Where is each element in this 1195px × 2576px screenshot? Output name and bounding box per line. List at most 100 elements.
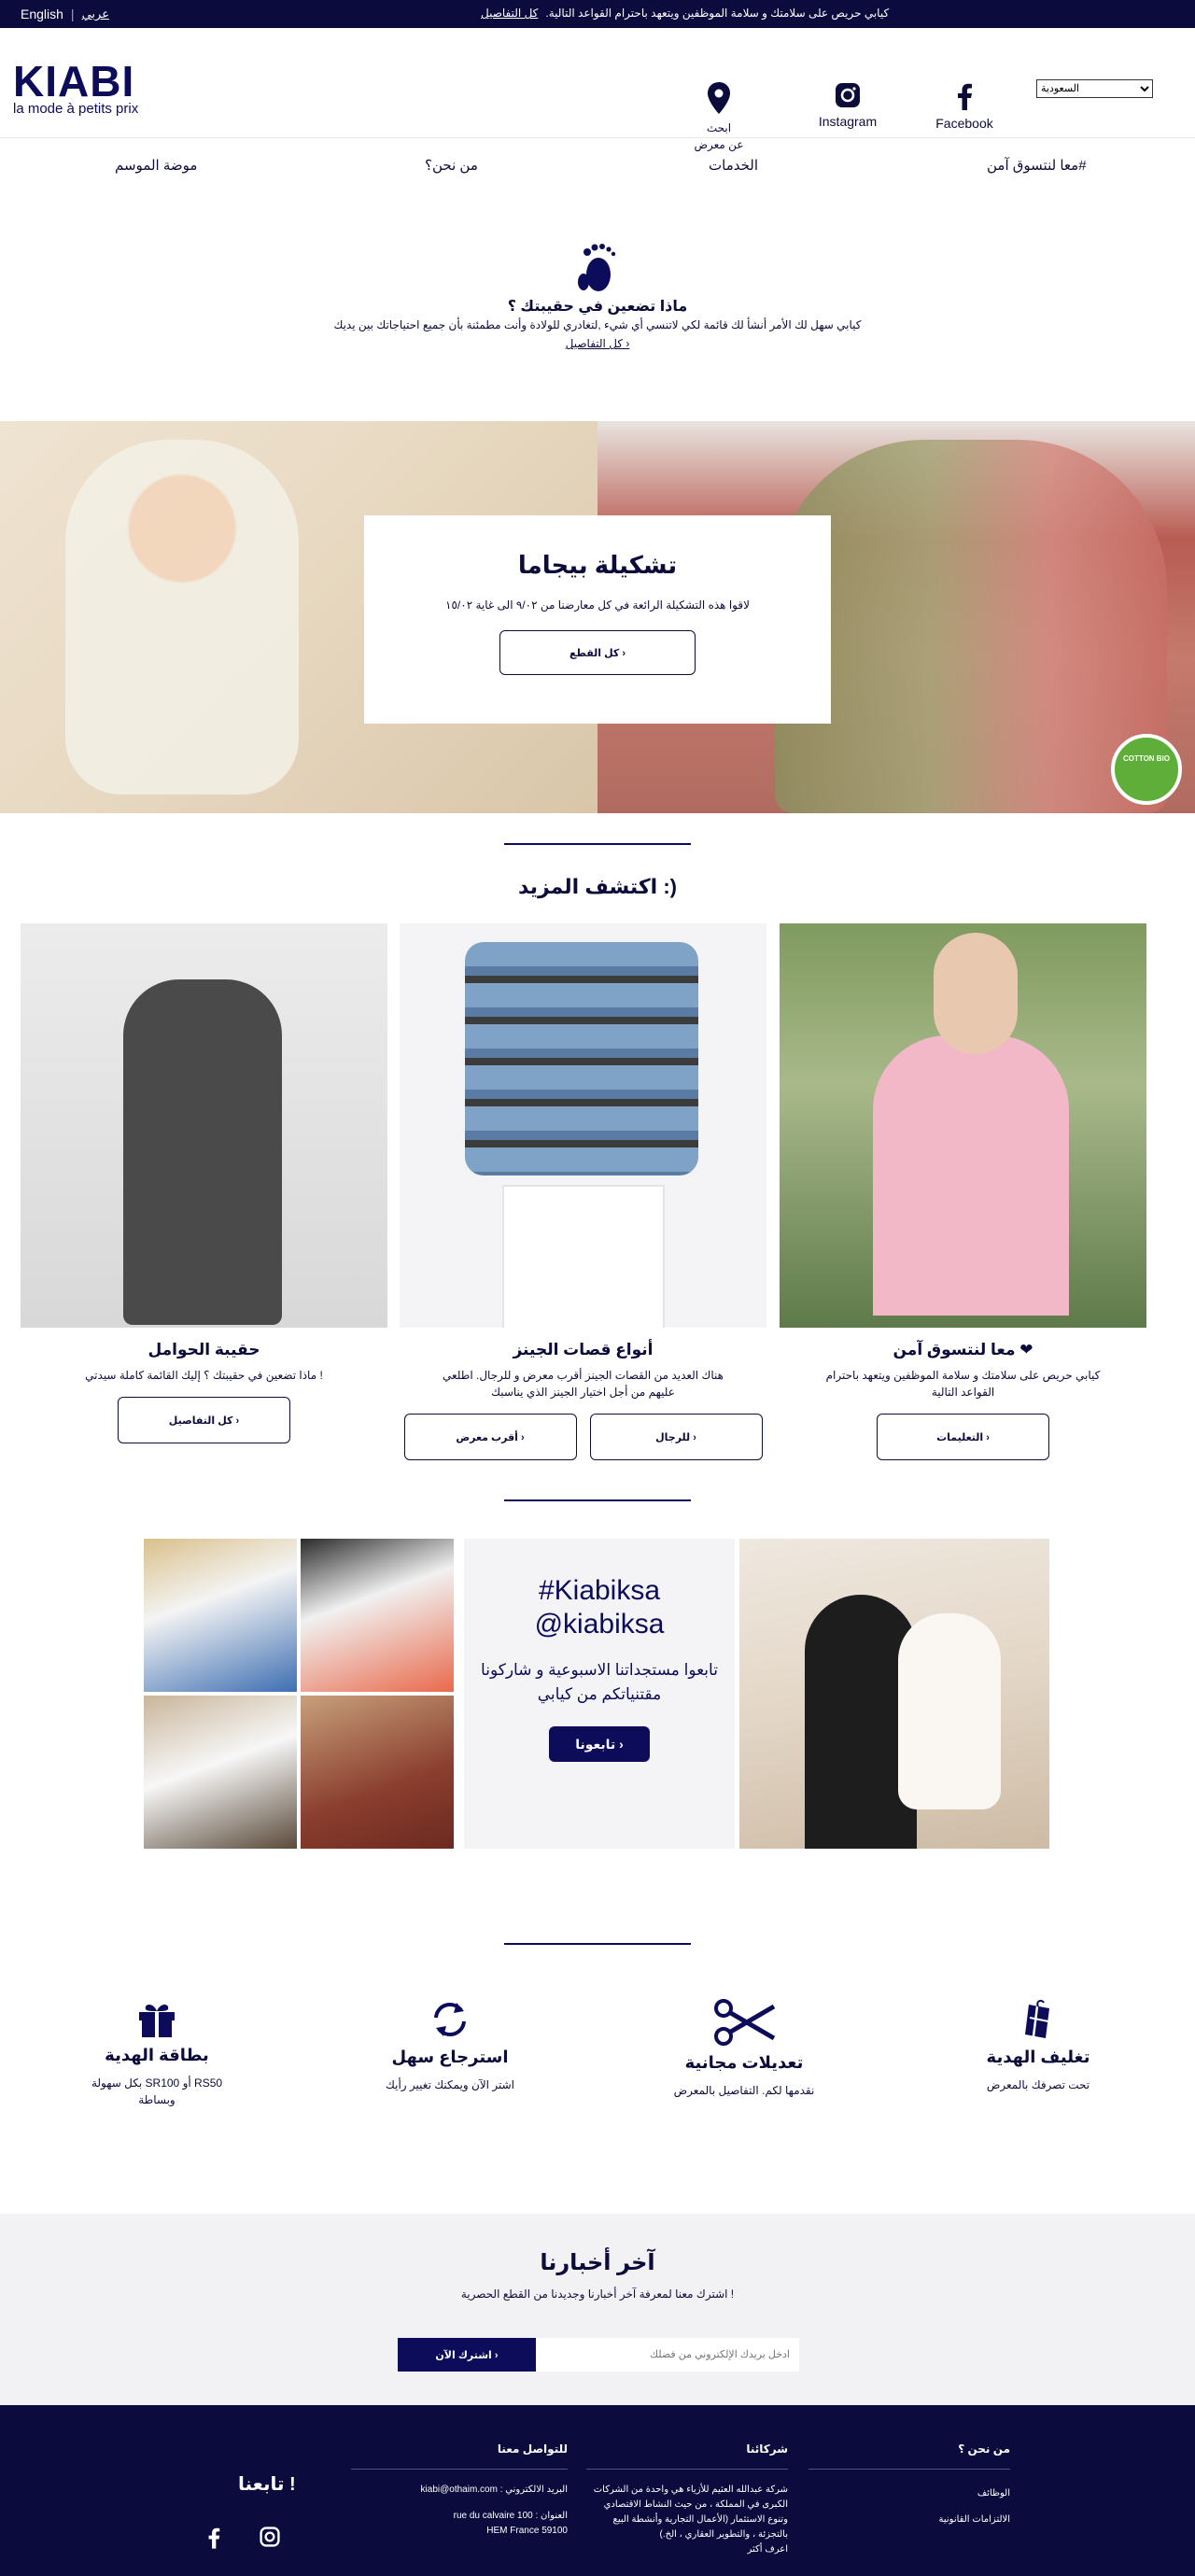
safety-message-text: كيابي حريص على سلامتك و سلامة الموظفين و… xyxy=(545,7,890,20)
hero-title: تشكيلة بيجاما xyxy=(517,551,678,579)
instagram-link[interactable]: Instagram xyxy=(810,82,885,129)
footer-partners-title: شركائنا xyxy=(746,2442,788,2456)
gift-icon xyxy=(139,2005,175,2037)
nav-item-trends[interactable]: موضة الموسم xyxy=(115,157,197,174)
footer-facebook-icon[interactable] xyxy=(207,2527,220,2549)
instagram-tile[interactable] xyxy=(144,1696,297,1849)
pajama-hero-banner: تشكيلة بيجاما لاقوا هذه التشكيلة الرائعة… xyxy=(0,421,1195,813)
instagram-tile[interactable] xyxy=(301,1696,454,1849)
facebook-icon xyxy=(958,83,972,110)
refresh-icon xyxy=(434,2003,466,2036)
maternity-photo[interactable] xyxy=(21,923,387,1328)
intro-details-link[interactable]: كل التفاصيل › xyxy=(0,337,1195,350)
footer-contact-title: للتواصل معنا xyxy=(497,2442,568,2456)
map-pin-icon xyxy=(708,82,730,114)
lang-english-link[interactable]: English xyxy=(21,7,63,21)
footer-about: من نحن ؟ الوظائف الالتزامات القانونية xyxy=(808,2442,1010,2527)
newsletter-email-input[interactable] xyxy=(536,2338,799,2372)
service-text: نقدمها لكم. التفاصيل بالمعرض xyxy=(673,2084,815,2097)
shop-safe-instructions-button[interactable]: التعليمات › xyxy=(877,1414,1049,1460)
discover-title: اكتشف المزيد :) xyxy=(518,875,677,898)
footer-rule xyxy=(351,2469,568,2470)
discover-section: اكتشف المزيد :) حقيبة الحوامل ماذا تضعين… xyxy=(0,813,1195,1499)
service-text: بكل سهولة SR100 أو RS50 وبساطة xyxy=(91,2076,223,2106)
follow-us-button[interactable]: تابعونا › xyxy=(549,1726,650,1762)
nav-item-shop-safe[interactable]: معا لنتسوق آمن# xyxy=(987,157,1087,174)
footer-rule xyxy=(586,2469,788,2470)
instagram-section: #Kiabiksa @kiabiksa تابعوا مستجداتنا الا… xyxy=(0,1499,1195,1943)
footer-partners-more-link[interactable]: اعرف أكثر xyxy=(586,2542,788,2557)
lang-arabic-link[interactable]: عربي xyxy=(82,7,109,21)
subscribe-button[interactable]: اشترك الآن › xyxy=(398,2338,536,2372)
nav-item-about[interactable]: من نحن؟ xyxy=(425,157,478,174)
jeans-men-button[interactable]: للرجال › xyxy=(589,1414,763,1460)
site-header: KIABI la mode à petits prix ابحث عن معرض… xyxy=(0,28,1195,151)
country-select[interactable]: السعودية xyxy=(1036,79,1153,98)
service-easy-return: استرجاع سهل اشتر الآن ويمكنك تغيير رأيك xyxy=(343,1999,557,2093)
safety-details-link[interactable]: كل التفاصيل xyxy=(481,7,538,20)
language-switcher: English | عربي xyxy=(21,7,109,21)
footer-contact-address-2: 59100 HEM France xyxy=(486,2526,568,2536)
baby-feet-icon xyxy=(578,244,616,291)
logo-wordmark: KIABI xyxy=(13,57,135,106)
service-gift-card: بطاقة الهدية بكل سهولة SR100 أو RS50 وبس… xyxy=(49,1999,264,2108)
hero-family-figures xyxy=(775,440,1167,813)
discover-card-maternity: حقيبة الحوامل ماذا تضعين في حقيبتك ؟ إلي… xyxy=(21,923,387,1443)
footer-partners: شركائنا شركة عبدالله العثيم للأزياء هي و… xyxy=(586,2442,788,2557)
hero-card: تشكيلة بيجاما لاقوا هذه التشكيلة الرائعة… xyxy=(364,515,831,724)
card-text: هناك العديد من القصات الجينز أقرب معرض و… xyxy=(443,1369,724,1399)
footer-rule xyxy=(808,2469,1010,2470)
card-title: أنواع قصات الجينز xyxy=(513,1341,654,1358)
footer-about-link-jobs[interactable]: الوظائف xyxy=(808,2486,1010,2501)
service-gift-wrap: تغليف الهدية تحت تصرفك بالمعرض xyxy=(931,1999,1146,2093)
scissors-icon xyxy=(714,1999,776,2046)
card-title: حقيبة الحوامل xyxy=(148,1341,260,1358)
footer-follow-title: تابعنا ! xyxy=(238,2474,296,2495)
card-title: معا لنتسوق آمن ❤ xyxy=(893,1341,1033,1358)
jeans-nearest-store-button[interactable]: أقرب معرض › xyxy=(403,1414,577,1460)
services-section: بطاقة الهدية بكل سهولة SR100 أو RS50 وبس… xyxy=(0,1943,1195,2214)
footer-contact-address-1: العنوان : 100 rue du calvaire xyxy=(453,2511,568,2521)
instagram-feature-photo[interactable] xyxy=(739,1539,1049,1849)
service-title: تغليف الهدية xyxy=(986,2048,1090,2066)
hero-all-items-button[interactable]: كل القطع › xyxy=(499,630,696,675)
discover-card-jeans: أنواع قصات الجينز هناك العديد من القصات … xyxy=(400,923,766,1460)
maternity-details-button[interactable]: كل التفاصيل › xyxy=(118,1397,290,1443)
maternity-bag-intro: ماذا تضعين في حقيبتك ؟ كيابي سهل لك الأم… xyxy=(0,192,1195,421)
instagram-text: تابعوا مستجداتنا الاسبوعية و شاركونا مقت… xyxy=(481,1661,718,1703)
intro-title: ماذا تضعين في حقيبتك ؟ xyxy=(507,299,688,315)
instagram-icon xyxy=(836,83,860,107)
instagram-tile[interactable] xyxy=(301,1539,454,1692)
gift-wrap-icon xyxy=(1025,1999,1049,2038)
section-divider xyxy=(504,1499,691,1501)
newsletter-title: آخر أخبارنا xyxy=(540,2250,655,2275)
newsletter-form: اشترك الآن › xyxy=(398,2338,799,2372)
service-text: اشتر الآن ويمكنك تغيير رأيك xyxy=(386,2078,514,2091)
logo-tagline: la mode à petits prix xyxy=(13,101,139,117)
instagram-tile[interactable] xyxy=(144,1539,297,1692)
cotton-bio-badge: COTTON BIO xyxy=(1111,734,1182,805)
top-bar: English | عربي كيابي حريص على سلامتك و س… xyxy=(0,0,1195,28)
footer-instagram-icon[interactable] xyxy=(260,2527,280,2547)
service-title: استرجاع سهل xyxy=(391,2048,509,2066)
shop-safe-photo[interactable] xyxy=(780,923,1146,1328)
newsletter-section: آخر أخبارنا اشترك معنا لمعرفة آخر أخبارن… xyxy=(0,2214,1195,2405)
footer-partners-text: شركة عبدالله العثيم للأزياء هي واحدة من … xyxy=(593,2485,788,2540)
main-nav: معا لنتسوق آمن# الخدمات من نحن؟ موضة الم… xyxy=(0,138,1195,192)
jeans-photo[interactable] xyxy=(400,923,766,1328)
section-divider xyxy=(504,1943,691,1945)
kiabi-logo[interactable]: KIABI la mode à petits prix xyxy=(13,60,138,117)
newsletter-text: اشترك معنا لمعرفة آخر أخبارنا وجديدنا من… xyxy=(460,2287,735,2301)
service-title: تعديلات مجانية xyxy=(684,2053,804,2072)
site-footer: تابعنا ! للتواصل معنا البريد الالكتروني … xyxy=(0,2405,1195,2576)
nav-item-services[interactable]: الخدمات xyxy=(709,157,758,174)
card-text: كيابي حريص على سلامتك و سلامة الموظفين و… xyxy=(825,1369,1101,1399)
facebook-link[interactable]: Facebook xyxy=(927,82,1002,131)
footer-about-title: من نحن ؟ xyxy=(958,2442,1010,2456)
facebook-label: Facebook xyxy=(935,116,993,131)
card-text: ماذا تضعين في حقيبتك ؟ إليك القائمة كامل… xyxy=(85,1369,323,1382)
discover-card-shop-safe: معا لنتسوق آمن ❤ كيابي حريص على سلامتك و… xyxy=(780,923,1146,1460)
instagram-handle: @kiabiksa xyxy=(534,1609,665,1640)
footer-contact-email[interactable]: البريد الالكتروني : kiabi@othaim.com xyxy=(351,2483,568,2498)
footer-contact: للتواصل معنا البريد الالكتروني : kiabi@o… xyxy=(351,2442,568,2539)
